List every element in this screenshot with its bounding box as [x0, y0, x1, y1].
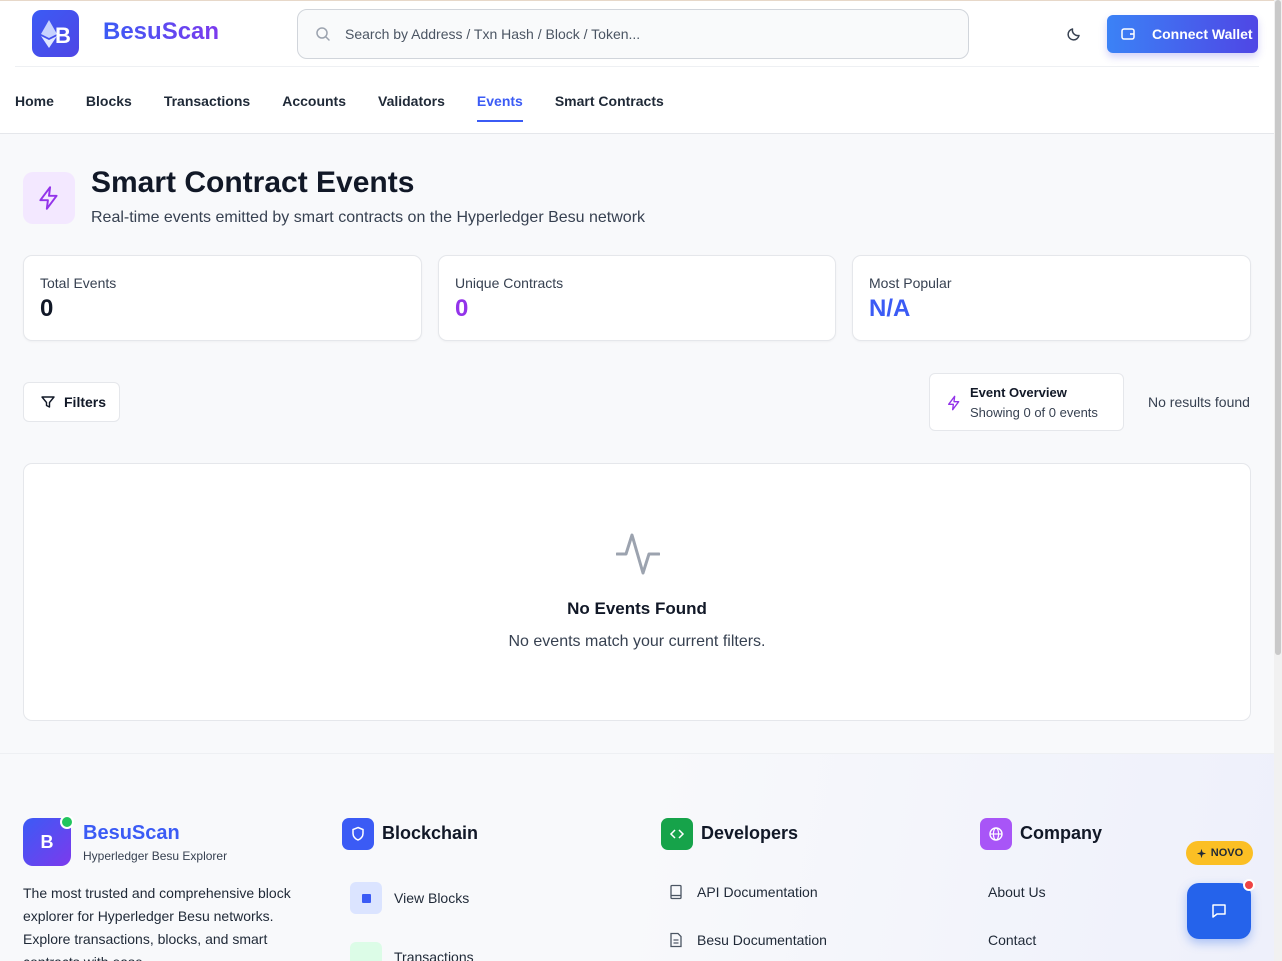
stat-card-unique-contracts: Unique Contracts 0 — [438, 255, 836, 341]
footer-tagline: Hyperledger Besu Explorer — [83, 849, 228, 863]
sparkle-icon — [1196, 848, 1206, 858]
document-icon — [669, 932, 683, 953]
event-overview-box: Event Overview Showing 0 of 0 events — [929, 373, 1124, 431]
page-subtitle: Real-time events emitted by smart contra… — [91, 209, 646, 226]
nav-item-home[interactable]: Home — [15, 93, 54, 123]
footer-link-view-blocks[interactable]: View Blocks — [394, 890, 469, 906]
stat-value: 0 — [455, 295, 469, 322]
stat-card-most-popular: Most Popular N/A — [852, 255, 1251, 341]
activity-icon — [615, 531, 661, 582]
page-scrollbar[interactable] — [1274, 0, 1282, 961]
theme-toggle-button[interactable] — [1061, 21, 1087, 47]
footer-link-about-us[interactable]: About Us — [988, 884, 1046, 900]
transfer-icon — [350, 942, 382, 961]
svg-text:B: B — [55, 23, 71, 48]
chat-icon — [1212, 904, 1226, 918]
stat-value: 0 — [40, 295, 54, 322]
block-icon — [350, 882, 382, 914]
nav-item-validators[interactable]: Validators — [378, 93, 445, 123]
search-bar — [297, 9, 969, 59]
brand-name[interactable]: BesuScan — [103, 18, 219, 46]
globe-icon — [980, 818, 1012, 850]
search-icon — [315, 26, 331, 47]
site-header: B BesuScan Connect Wallet Home Blocks Tr… — [0, 0, 1274, 134]
page-title: Smart Contract Events — [91, 166, 415, 199]
stat-label: Most Popular — [869, 275, 952, 291]
footer-col-title-company: Company — [1020, 823, 1103, 843]
new-badge: NOVO — [1186, 841, 1253, 865]
footer-link-besu-docs[interactable]: Besu Documentation — [697, 932, 827, 948]
connect-wallet-button[interactable]: Connect Wallet — [1107, 15, 1258, 53]
new-badge-label: NOVO — [1210, 847, 1244, 859]
filters-label: Filters — [64, 394, 107, 410]
nav-item-blocks[interactable]: Blocks — [86, 93, 132, 123]
footer-col-title-developers: Developers — [701, 823, 799, 843]
footer-col-title-blockchain: Blockchain — [382, 823, 479, 843]
footer-brand[interactable]: BesuScan — [83, 822, 180, 845]
overview-count: Showing 0 of 0 events — [970, 405, 1098, 420]
footer-link-transactions[interactable]: Transactions — [394, 949, 474, 961]
results-status: No results found — [1148, 394, 1250, 410]
footer-description: The most trusted and comprehensive block… — [23, 885, 291, 961]
main-nav: Home Blocks Transactions Accounts Valida… — [15, 93, 696, 123]
code-icon — [661, 818, 693, 850]
scrollbar-thumb[interactable] — [1275, 0, 1281, 655]
header-divider — [15, 66, 1259, 67]
stat-card-total-events: Total Events 0 — [23, 255, 422, 341]
nav-item-accounts[interactable]: Accounts — [282, 93, 346, 123]
events-empty-panel: No Events Found No events match your cur… — [23, 463, 1251, 721]
notification-dot — [1243, 879, 1255, 891]
empty-message: No events match your current filters. — [508, 633, 766, 650]
nav-item-transactions[interactable]: Transactions — [164, 93, 250, 123]
chat-button[interactable] — [1187, 883, 1251, 939]
shield-icon — [342, 818, 374, 850]
stat-value: N/A — [869, 295, 911, 322]
online-status-dot — [60, 815, 74, 829]
events-lightning-icon — [23, 172, 75, 224]
stat-label: Unique Contracts — [455, 275, 564, 291]
nav-item-events[interactable]: Events — [476, 93, 523, 123]
moon-icon — [1067, 28, 1080, 41]
filter-icon — [41, 396, 55, 408]
search-input[interactable] — [345, 10, 945, 58]
lightning-icon — [946, 394, 962, 417]
footer-link-api-docs[interactable]: API Documentation — [697, 884, 818, 900]
footer-link-contact[interactable]: Contact — [988, 932, 1036, 948]
ethereum-logo-icon: B — [40, 19, 71, 48]
wallet-icon — [1121, 28, 1135, 40]
book-icon — [669, 884, 683, 905]
nav-item-smart-contracts[interactable]: Smart Contracts — [555, 93, 664, 123]
stat-label: Total Events — [40, 275, 117, 291]
filters-button[interactable]: Filters — [23, 382, 120, 422]
connect-wallet-label: Connect Wallet — [1152, 26, 1253, 42]
empty-title: No Events Found — [567, 599, 707, 618]
brand-logo[interactable]: B — [32, 10, 79, 57]
overview-title: Event Overview — [970, 385, 1067, 400]
